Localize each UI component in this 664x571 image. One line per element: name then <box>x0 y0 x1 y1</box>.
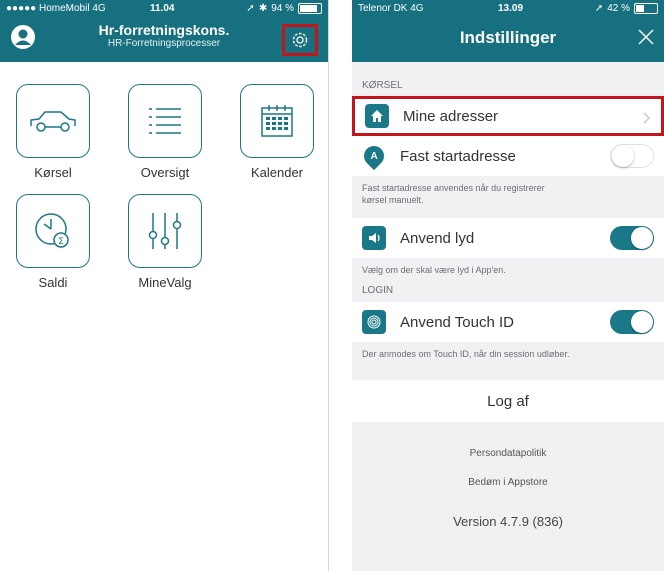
list-icon <box>149 108 181 134</box>
settings-screen: Telenor DK 4G 13.09 ➚ 42 % Indstillinger… <box>352 0 664 571</box>
battery-percent: 94 % <box>271 3 294 14</box>
car-icon <box>30 111 76 132</box>
anvend-touch-id-toggle[interactable] <box>610 310 654 334</box>
fast-startadresse-row: A Fast startadresse <box>352 136 664 176</box>
tile-label: Oversigt <box>140 165 190 180</box>
fast-startadresse-toggle[interactable] <box>610 144 654 168</box>
mine-adresser-label: Mine adresser <box>403 107 499 125</box>
battery-level <box>300 5 317 12</box>
anvend-lyd-note: Vælg om der skal være lyd i App'en. <box>362 265 506 275</box>
page-title: Indstillinger <box>459 28 557 47</box>
close-icon[interactable] <box>636 27 656 47</box>
tile-box <box>240 84 314 158</box>
touch-id-note: Der anmodes om Touch ID, når din session… <box>362 349 570 359</box>
fast-startadresse-label: Fast startadresse <box>400 147 516 165</box>
note-line: Fast startadresse anvendes når du regist… <box>362 183 545 193</box>
carrier-label: Telenor DK 4G <box>358 3 424 14</box>
logout-button[interactable]: Log af <box>352 380 664 422</box>
pin-letter: A <box>370 150 378 162</box>
tile-label: Saldi <box>38 275 68 290</box>
section-header-korsel: KØRSEL <box>362 80 403 91</box>
toggle-knob <box>631 311 653 333</box>
calendar-icon <box>261 105 293 137</box>
tile-label: MineValg <box>138 275 192 290</box>
settings-button[interactable] <box>282 24 318 56</box>
location-arrow-icon: ➚ <box>594 3 604 14</box>
gear-icon <box>292 32 308 48</box>
anvend-touch-id-label: Anvend Touch ID <box>400 313 514 331</box>
home-screen: ●●●●● HomeMobil 4G 11.04 ➚ ✱ 94 % Hr-for… <box>0 0 329 571</box>
anvend-lyd-row: Anvend lyd <box>352 218 664 258</box>
status-bar: ●●●●● HomeMobil 4G 11.04 ➚ ✱ 94 % <box>0 0 328 18</box>
mine-adresser-row[interactable]: Mine adresser <box>352 96 664 136</box>
tile-box <box>128 194 202 268</box>
clock-balance-icon: Σ <box>35 213 69 248</box>
status-right: ➚ ✱ 94 % <box>246 3 322 14</box>
tile-label: Kalender <box>250 165 304 180</box>
rate-appstore-link[interactable]: Bedøm i Appstore <box>352 477 664 488</box>
fingerprint-icon <box>362 310 386 334</box>
anvend-touch-id-row: Anvend Touch ID <box>352 302 664 342</box>
tile-minevalg[interactable]: MineValg <box>120 194 210 290</box>
status-time: 11.04 <box>150 3 175 14</box>
toggle-knob <box>612 145 634 167</box>
status-time: 13.09 <box>498 3 524 14</box>
tile-box <box>16 84 90 158</box>
home-icon <box>365 104 389 128</box>
settings-header: Telenor DK 4G 13.09 ➚ 42 % Indstillinger <box>352 0 664 62</box>
location-arrow-icon: ➚ <box>246 3 255 14</box>
carrier-label: ●●●●● HomeMobil 4G <box>6 3 106 14</box>
profile-avatar-icon[interactable] <box>10 24 36 50</box>
app-subtitle: HR-Forretningsprocesser <box>107 38 221 49</box>
map-pin-icon: A <box>359 141 389 171</box>
app-header: ●●●●● HomeMobil 4G 11.04 ➚ ✱ 94 % Hr-for… <box>0 0 328 62</box>
app-version: Version 4.7.9 (836) <box>453 514 563 529</box>
bluetooth-icon: ✱ <box>258 3 268 14</box>
status-right: ➚ 42 % <box>595 3 658 14</box>
fast-startadresse-note: Fast startadresse anvendes når du regist… <box>352 176 664 212</box>
sliders-icon <box>148 213 182 249</box>
anvend-lyd-label: Anvend lyd <box>400 229 475 247</box>
section-header-login: LOGIN <box>362 285 394 296</box>
status-bar: Telenor DK 4G 13.09 ➚ 42 % <box>352 0 664 18</box>
tile-kalender[interactable]: Kalender <box>232 84 322 180</box>
battery-percent: 42 % <box>607 3 630 14</box>
toggle-knob <box>631 227 653 249</box>
tile-korsel[interactable]: Kørsel <box>8 84 98 180</box>
tile-saldi[interactable]: Σ Saldi <box>8 194 98 290</box>
battery-icon <box>634 3 658 14</box>
svg-text:Σ: Σ <box>58 237 64 247</box>
app-title: Hr-forretningskons. <box>98 22 230 38</box>
tile-box: Σ <box>16 194 90 268</box>
privacy-policy-link[interactable]: Persondatapolitik <box>352 448 664 459</box>
speaker-icon <box>362 226 386 250</box>
page-title: Hr-forretningskons. HR-Forretningsproces… <box>60 22 268 50</box>
chevron-right-icon <box>643 112 651 124</box>
battery-icon <box>298 3 322 14</box>
tile-label: Kørsel <box>34 165 72 180</box>
note-line: kørsel manuelt. <box>362 195 424 205</box>
tile-box <box>128 84 202 158</box>
tile-oversigt[interactable]: Oversigt <box>120 84 210 180</box>
battery-level <box>636 5 644 12</box>
anvend-lyd-toggle[interactable] <box>610 226 654 250</box>
